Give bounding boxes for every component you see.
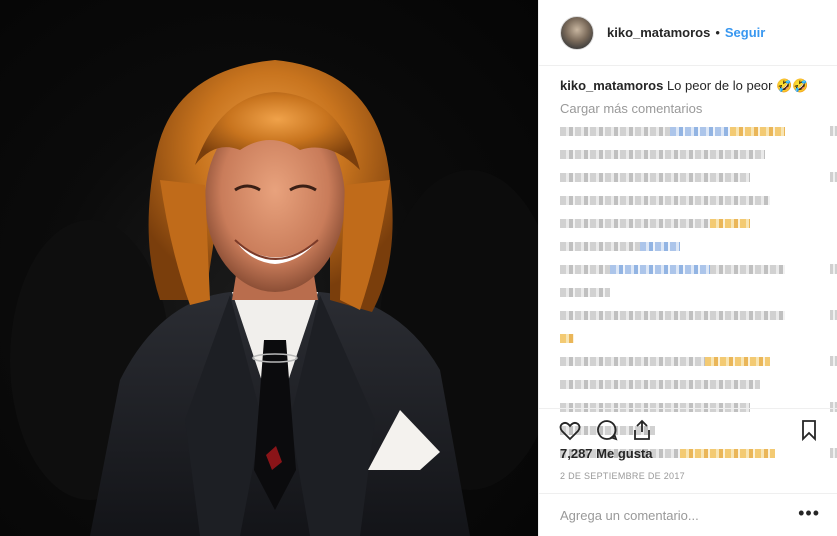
caption: kiko_matamoros Lo peor de lo peor 🤣🤣 [560,78,808,94]
comment-item [560,214,822,237]
post-view: kiko_matamoros • Seguir kiko_matamoros L… [0,0,837,536]
bookmark-icon[interactable] [797,418,821,442]
comment-item [560,283,822,306]
caption-text: Lo peor de lo peor 🤣🤣 [666,78,809,93]
post-photo[interactable] [0,0,538,536]
comment-item [560,306,837,329]
separator-dot: • [715,25,720,40]
action-bar [539,408,837,448]
comment-like-icon[interactable] [830,264,837,274]
heart-icon[interactable] [558,418,582,442]
comment-like-icon[interactable] [830,172,837,182]
comment-item [560,122,837,145]
comment-icon[interactable] [595,418,619,442]
comment-like-icon[interactable] [830,448,837,458]
comment-item [560,191,822,214]
comment-item [560,168,837,191]
share-icon[interactable] [630,418,654,442]
more-options-icon[interactable]: ••• [798,503,820,524]
add-comment-bar: ••• [539,493,837,536]
comment-like-icon[interactable] [830,356,837,366]
post-header: kiko_matamoros • Seguir [539,0,837,66]
avatar[interactable] [560,15,594,50]
comment-like-icon[interactable] [830,126,837,136]
post-date: 2 DE SEPTIEMBRE DE 2017 [560,471,685,481]
comment-item [560,260,837,283]
post-sidebar: kiko_matamoros • Seguir kiko_matamoros L… [538,0,837,536]
comment-item [560,145,822,168]
photo-illustration [10,60,538,536]
likes-count[interactable]: 7,287 Me gusta [560,446,653,461]
caption-username[interactable]: kiko_matamoros [560,78,663,93]
follow-button[interactable]: Seguir [725,25,765,40]
username[interactable]: kiko_matamoros [607,25,710,40]
comment-like-icon[interactable] [830,310,837,320]
comment-item [560,237,822,260]
comment-input[interactable] [560,506,780,524]
load-more-comments[interactable]: Cargar más comentarios [560,101,702,116]
comment-item [560,329,822,352]
comment-item [560,375,822,398]
comment-item [560,352,837,375]
